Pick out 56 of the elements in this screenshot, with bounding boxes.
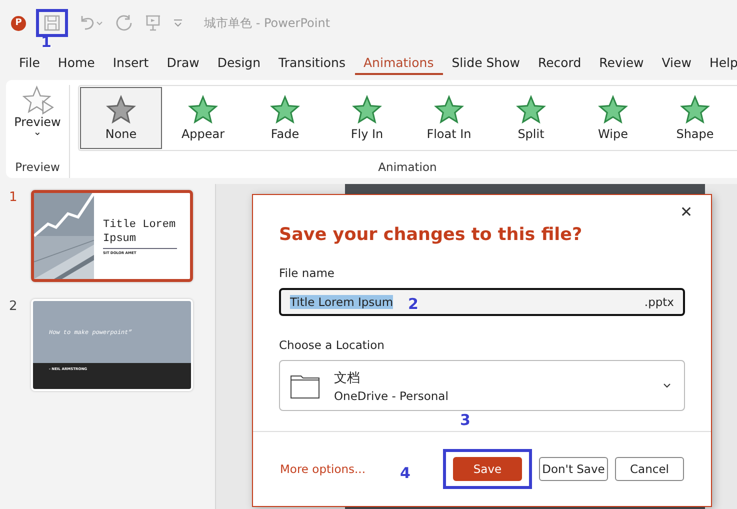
animation-option[interactable]: None: [80, 87, 162, 149]
app-logo: P: [11, 16, 26, 30]
save-icon[interactable]: [43, 14, 61, 32]
ribbon-tab[interactable]: Animations: [354, 51, 443, 75]
ribbon-tab[interactable]: Design: [208, 51, 270, 75]
star-icon: [680, 95, 710, 125]
group-label: Animation: [378, 160, 437, 176]
star-icon: [270, 95, 300, 125]
callout-number: 3: [460, 413, 470, 428]
star-icon: [188, 95, 218, 125]
slide-number: 1: [9, 190, 18, 207]
star-icon: [352, 95, 382, 125]
callout-number: 1: [41, 35, 52, 50]
star-icon: [516, 95, 546, 125]
slide-title: Title Lorem Ipsum: [103, 218, 177, 248]
ribbon-tab[interactable]: Help: [700, 51, 737, 75]
ribbon-tab[interactable]: View: [652, 51, 700, 75]
close-button[interactable]: ✕: [676, 201, 697, 223]
ribbon-tab[interactable]: Review: [590, 51, 653, 75]
animation-option[interactable]: Float In: [408, 87, 490, 149]
dialog-button[interactable]: Cancel: [615, 457, 684, 481]
star-icon: [106, 95, 136, 125]
animation-option[interactable]: Fly In: [326, 87, 408, 149]
customize-caret-icon[interactable]: [172, 17, 184, 29]
dialog-heading: Save your changes to this file?: [279, 225, 584, 245]
save-button[interactable]: Save: [453, 457, 522, 481]
preview-button[interactable]: Preview ⌄: [14, 85, 61, 155]
animation-option[interactable]: Appear: [162, 87, 244, 149]
field-label: Choose a Location: [279, 338, 386, 352]
redo-icon[interactable]: [114, 13, 134, 33]
folder-icon: [290, 372, 320, 398]
animation-option[interactable]: Wipe: [572, 87, 654, 149]
location-dropdown[interactable]: 文档 OneDrive - Personal: [279, 360, 685, 411]
star-icon: [434, 95, 464, 125]
dialog-button[interactable]: Don't Save: [539, 457, 608, 481]
callout-number: 4: [400, 466, 410, 481]
ribbon-tab[interactable]: Record: [528, 51, 590, 75]
more-options-link[interactable]: More options...: [280, 462, 366, 476]
ribbon-tab[interactable]: Transitions: [270, 51, 354, 75]
ribbon-tab[interactable]: File: [10, 51, 49, 75]
chevron-down-icon: [662, 382, 672, 390]
animation-option[interactable]: Split: [490, 87, 572, 149]
star-icon: [598, 95, 628, 125]
slide-number: 2: [9, 299, 18, 316]
animation-option[interactable]: Fade: [244, 87, 326, 149]
presentation-icon[interactable]: [144, 14, 162, 32]
group-label: Preview: [15, 160, 60, 176]
ribbon-tab[interactable]: Home: [48, 51, 104, 75]
window-title: 城市单色 - PowerPoint: [204, 14, 330, 32]
callout-number: 2: [408, 297, 418, 312]
ribbon-tab[interactable]: Insert: [104, 51, 158, 75]
ribbon-tab[interactable]: Slide Show: [442, 51, 529, 75]
ribbon-tab[interactable]: Draw: [158, 51, 208, 75]
animation-option[interactable]: Shape: [654, 87, 736, 149]
star-play-icon: [22, 85, 54, 115]
field-label: File name: [279, 266, 336, 280]
